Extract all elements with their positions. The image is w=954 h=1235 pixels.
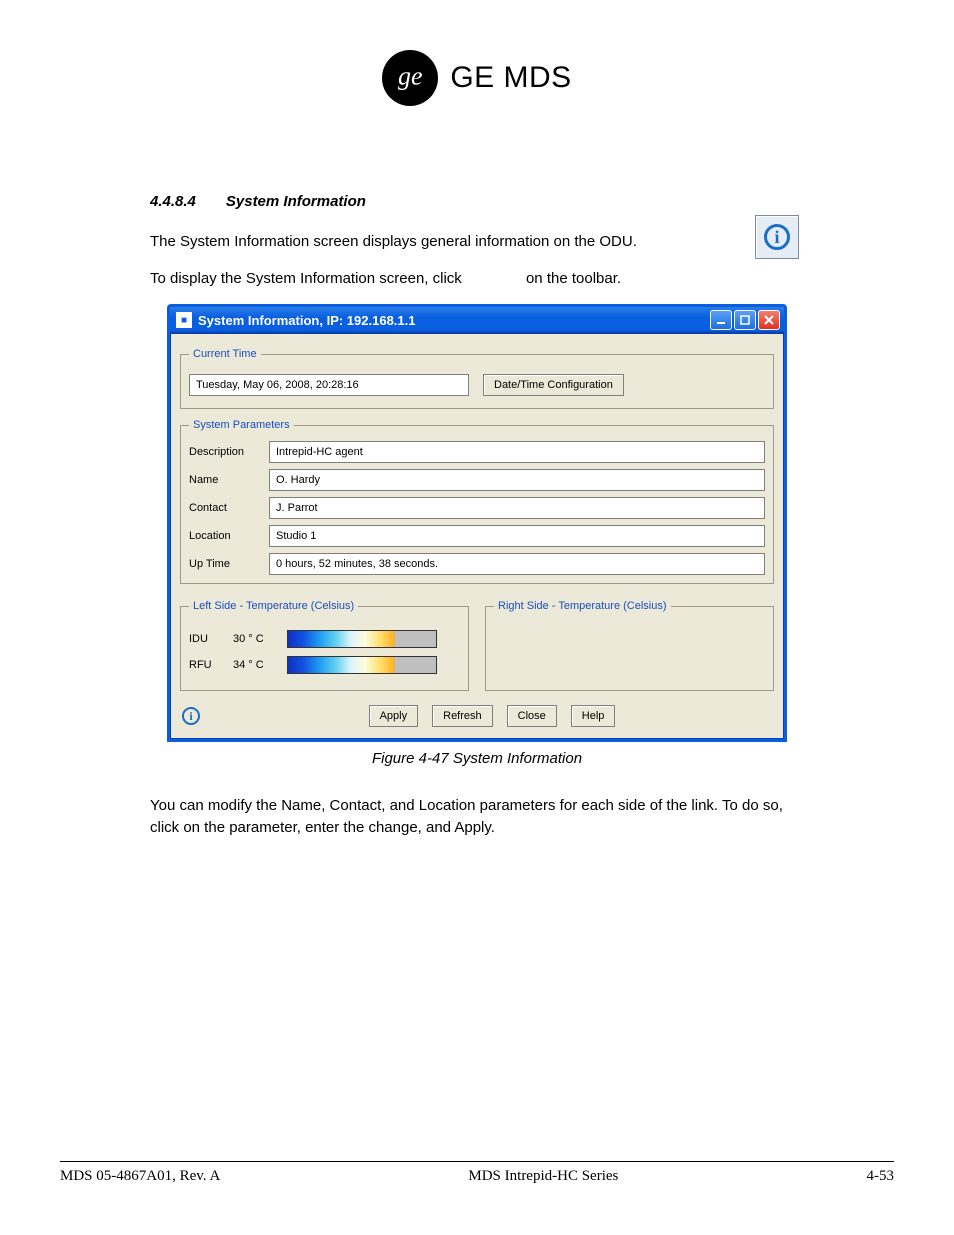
- help-button[interactable]: Help: [571, 705, 616, 727]
- rfu-temp-bar: [287, 656, 437, 674]
- right-temp-group: Right Side - Temperature (Celsius): [485, 600, 774, 691]
- page-footer: MDS 05-4867A01, Rev. A MDS Intrepid-HC S…: [60, 1161, 894, 1185]
- minimize-button[interactable]: [710, 310, 732, 330]
- contact-label: Contact: [189, 502, 269, 514]
- idu-temp-bar: [287, 630, 437, 648]
- idu-value: 30 ° C: [233, 633, 277, 645]
- left-temp-group: Left Side - Temperature (Celsius) IDU 30…: [180, 600, 469, 691]
- close-window-button[interactable]: [758, 310, 780, 330]
- minimize-icon: [716, 315, 726, 325]
- footer-right: 4-53: [866, 1168, 894, 1185]
- location-label: Location: [189, 530, 269, 542]
- refresh-button[interactable]: Refresh: [432, 705, 493, 727]
- window-app-icon: ■: [176, 312, 192, 328]
- titlebar[interactable]: ■ System Information, IP: 192.168.1.1: [170, 307, 784, 334]
- status-info-icon[interactable]: i: [182, 707, 200, 725]
- datetime-config-button[interactable]: Date/Time Configuration: [483, 374, 624, 396]
- current-time-field[interactable]: Tuesday, May 06, 2008, 20:28:16: [189, 374, 469, 396]
- brand-text: GE MDS: [450, 61, 571, 95]
- howto-paragraph: To display the System Information screen…: [150, 268, 804, 290]
- idu-label: IDU: [189, 633, 223, 645]
- info-icon: i: [764, 224, 790, 250]
- maximize-button[interactable]: [734, 310, 756, 330]
- close-button[interactable]: Close: [507, 705, 557, 727]
- description-field[interactable]: Intrepid-HC agent: [269, 441, 765, 463]
- current-time-group: Current Time Tuesday, May 06, 2008, 20:2…: [180, 348, 774, 409]
- toolbar-info-button[interactable]: i: [755, 215, 799, 259]
- rfu-value: 34 ° C: [233, 659, 277, 671]
- system-parameters-legend: System Parameters: [189, 419, 294, 431]
- figure-caption: Figure 4-47 System Information: [60, 750, 894, 767]
- footer-left: MDS 05-4867A01, Rev. A: [60, 1168, 220, 1185]
- name-field[interactable]: O. Hardy: [269, 469, 765, 491]
- name-label: Name: [189, 474, 269, 486]
- section-title: System Information: [226, 191, 366, 213]
- rfu-label: RFU: [189, 659, 223, 671]
- system-parameters-group: System Parameters Description Intrepid-H…: [180, 419, 774, 584]
- apply-button[interactable]: Apply: [369, 705, 419, 727]
- ge-logo-icon: [382, 50, 438, 106]
- contact-field[interactable]: J. Parrot: [269, 497, 765, 519]
- left-temp-legend: Left Side - Temperature (Celsius): [189, 600, 358, 612]
- note-paragraph: You can modify the Name, Contact, and Lo…: [150, 795, 804, 839]
- window-title: System Information, IP: 192.168.1.1: [198, 313, 415, 328]
- current-time-legend: Current Time: [189, 348, 261, 360]
- intro-paragraph: The System Information screen displays g…: [150, 231, 804, 253]
- system-info-window: ■ System Information, IP: 192.168.1.1 Cu…: [167, 304, 787, 742]
- description-label: Description: [189, 446, 269, 458]
- location-field[interactable]: Studio 1: [269, 525, 765, 547]
- close-icon: [764, 315, 774, 325]
- right-temp-legend: Right Side - Temperature (Celsius): [494, 600, 671, 612]
- maximize-icon: [740, 315, 750, 325]
- uptime-field: 0 hours, 52 minutes, 38 seconds.: [269, 553, 765, 575]
- brand-header: GE MDS: [60, 50, 894, 111]
- section-number: 4.4.8.4: [150, 191, 196, 213]
- footer-center: MDS Intrepid-HC Series: [468, 1168, 618, 1185]
- uptime-label: Up Time: [189, 558, 269, 570]
